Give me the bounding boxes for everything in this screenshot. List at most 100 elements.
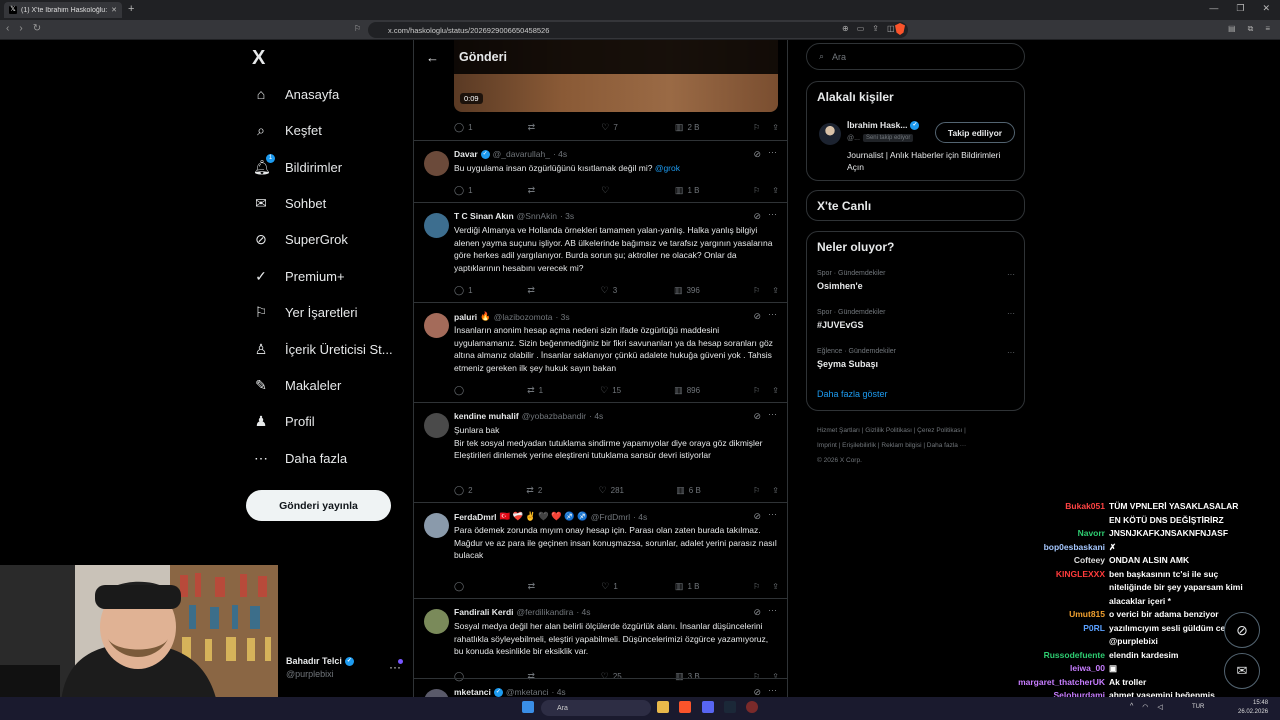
menu-icon[interactable]: ≡ <box>1265 24 1270 34</box>
repost-button[interactable]: ⇄ 1 <box>527 385 547 396</box>
share-icon[interactable]: ⇪ <box>772 582 779 591</box>
wifi-icon[interactable]: ◠ <box>1142 703 1148 711</box>
discord-icon[interactable] <box>702 701 714 713</box>
author-name[interactable]: FerdaDmrl <box>454 512 497 522</box>
trend-item[interactable]: Spor · Gündemdekiler #JUVEvGS ··· <box>817 309 1017 330</box>
start-icon[interactable] <box>522 701 534 713</box>
messages-fab-button[interactable]: ✉ <box>1224 653 1260 689</box>
share-icon[interactable]: ⇪ <box>772 486 779 495</box>
share-icon[interactable]: ⇪ <box>772 386 779 395</box>
author-handle[interactable]: @FrdDmrl <box>591 512 630 522</box>
repost-button[interactable]: ⇄ <box>527 285 547 296</box>
grok-icon[interactable]: ⊘ <box>753 511 761 522</box>
author-name[interactable]: paluri <box>454 312 477 322</box>
like-button[interactable]: ♡ <box>601 185 621 196</box>
bookmark-icon[interactable]: ⚐ <box>753 486 760 495</box>
repost-button[interactable]: ⇄ 2 <box>526 485 546 496</box>
share-icon[interactable]: ⇪ <box>872 24 879 33</box>
sidebar-item-bell[interactable]: 🔔︎ 1 Bildirimler <box>253 154 342 176</box>
author-handle[interactable]: @yobazbabandir <box>522 411 586 421</box>
tweet-time[interactable]: · 3s <box>560 211 574 221</box>
minimize-button[interactable]: — <box>1209 3 1218 14</box>
footer-line[interactable]: Hizmet Şartları | Gizlilik Politikası | … <box>817 423 1025 438</box>
browser-tab[interactable]: 𝕏 (1) X'te İbrahim Haskoloğlu: " ✕ <box>4 2 122 18</box>
forward-arrow-icon[interactable]: › <box>19 23 22 34</box>
more-options-icon[interactable]: ··· <box>768 147 777 157</box>
x-live-panel[interactable]: X'te Canlı <box>806 190 1025 221</box>
sidebar-item-profile[interactable]: ♟ Profil <box>253 413 315 430</box>
author-handle[interactable]: @lazibozomota <box>494 312 553 322</box>
zoom-icon[interactable]: ⊕ <box>842 24 849 33</box>
avatar[interactable] <box>424 313 449 338</box>
trend-item[interactable]: Spor · Gündemdekiler Osimhen'e ··· <box>817 270 1017 291</box>
sidebar-icon[interactable]: ▤ <box>1228 24 1236 34</box>
author-handle[interactable]: @_davarullah_ <box>493 149 550 159</box>
cast-icon[interactable]: ▭ <box>857 24 865 33</box>
sidebar-item-more[interactable]: ⋯ Daha fazla <box>253 450 347 467</box>
sidebar-item-premium[interactable]: ✓ Premium+ <box>253 268 344 285</box>
author-name[interactable]: kendine muhalif <box>454 411 519 421</box>
repost-button[interactable]: ⇄ <box>528 581 548 592</box>
tweet-time[interactable]: · 4s <box>589 411 603 421</box>
language-indicator[interactable]: TUR <box>1192 704 1204 710</box>
sidebar-item-bookmark[interactable]: ⚐ Yer İşaretleri <box>253 304 358 321</box>
tweet-time[interactable]: · 4s <box>553 149 567 159</box>
extensions-icon[interactable]: ⧉ <box>1248 24 1254 34</box>
tweet-time[interactable]: · 4s <box>576 607 590 617</box>
sidebar-item-mail[interactable]: ✉ Sohbet <box>253 195 326 212</box>
author-name[interactable]: mketanci <box>454 687 491 697</box>
tweet-time[interactable]: · 4s <box>552 687 566 697</box>
reply-tweet[interactable]: kendine muhalif @yobazbabandir · 4s ⊘ ··· Şun… <box>414 402 787 502</box>
author-handle[interactable]: @SnnAkin <box>517 211 557 221</box>
views-button[interactable]: ▥ 396 <box>674 285 700 296</box>
x-logo[interactable]: X <box>252 47 265 70</box>
avatar[interactable] <box>819 123 841 145</box>
wallet-icon[interactable]: ◫ <box>887 24 895 33</box>
sidebar-item-grok[interactable]: ⊘ SuperGrok <box>253 231 348 248</box>
author-name[interactable]: Davar <box>454 149 478 159</box>
repost-button[interactable]: ⇄ <box>528 122 548 133</box>
account-switcher[interactable]: Bahadır Telci ✓ @purplebixi <box>286 656 354 679</box>
clock[interactable]: 15:48 26.02.2026 <box>1238 699 1268 717</box>
author-name[interactable]: T C Sinan Akın <box>454 211 514 221</box>
steam-icon[interactable] <box>724 701 736 713</box>
taskbar-search[interactable]: Ara <box>541 700 651 716</box>
close-window-button[interactable]: ✕ <box>1262 3 1270 14</box>
obs-icon[interactable] <box>746 701 758 713</box>
reply-tweet[interactable]: T C Sinan Akın @SnnAkin · 3s ⊘ ··· Verdiği Al… <box>414 202 787 302</box>
post-button[interactable]: Gönderi yayınla <box>246 490 391 521</box>
views-button[interactable]: ▥ 1 B <box>675 581 700 592</box>
sidebar-item-article[interactable]: ✎ Makaleler <box>253 377 341 394</box>
views-button[interactable]: ▥ 6 B <box>676 485 701 496</box>
chevron-up-icon[interactable]: ^ <box>1130 703 1133 711</box>
tab-close-icon[interactable]: ✕ <box>111 6 117 14</box>
avatar[interactable] <box>424 151 449 176</box>
sidebar-item-home[interactable]: ⌂ Anasayfa <box>253 86 339 102</box>
trend-more-icon[interactable]: ··· <box>1007 348 1015 357</box>
bookmark-icon[interactable]: ⚐ <box>753 582 760 591</box>
like-button[interactable]: ♡ 3 <box>601 285 621 296</box>
reply-tweet[interactable]: Davar ✓ @_davarullah_ · 4s ⊘ ··· Bu uygulama i… <box>414 140 787 202</box>
more-options-icon[interactable]: ··· <box>768 409 777 419</box>
repost-button[interactable]: ⇄ <box>528 185 548 196</box>
more-options-icon[interactable]: ··· <box>768 309 777 319</box>
back-arrow-icon[interactable]: ‹ <box>6 23 9 34</box>
share-icon[interactable]: ⇪ <box>772 286 779 295</box>
trend-more-icon[interactable]: ··· <box>1007 309 1015 318</box>
file-explorer-icon[interactable] <box>657 701 669 713</box>
maximize-button[interactable]: ❐ <box>1236 3 1244 14</box>
reply-button[interactable]: ◯ 1 <box>454 285 474 296</box>
more-options-icon[interactable]: ··· <box>768 685 777 695</box>
new-tab-button[interactable]: + <box>128 3 134 15</box>
volume-icon[interactable]: ◁ <box>1157 703 1162 711</box>
more-options-icon[interactable]: ··· <box>768 605 777 615</box>
back-arrow-icon[interactable]: ← <box>426 50 439 65</box>
reply-button[interactable]: ◯ 2 <box>454 485 474 496</box>
avatar[interactable] <box>424 609 449 634</box>
reply-button[interactable]: ◯ <box>454 581 474 592</box>
share-icon[interactable]: ⇪ <box>772 123 779 132</box>
avatar[interactable] <box>424 413 449 438</box>
tweet-time[interactable]: · 4s <box>633 512 647 522</box>
bookmark-icon[interactable]: ⚐ <box>753 386 760 395</box>
sidebar-item-creator-studio[interactable]: ♙ İçerik Üreticisi St... <box>253 341 393 358</box>
